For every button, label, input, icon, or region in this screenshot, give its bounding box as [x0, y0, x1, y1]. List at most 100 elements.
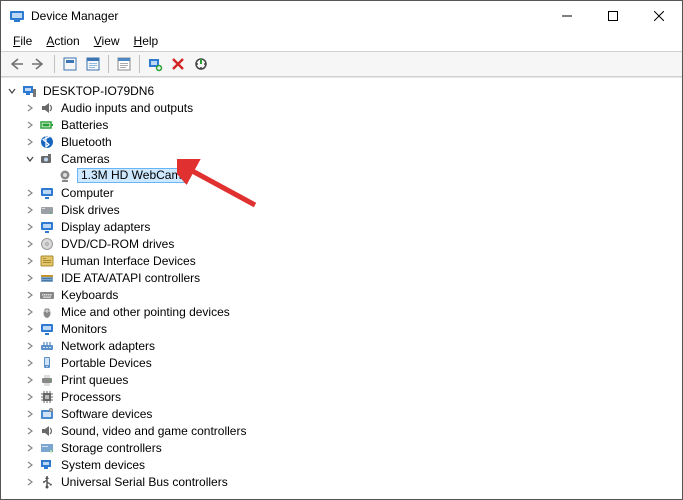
window-title: Device Manager: [31, 9, 544, 23]
tree-node-label: Human Interface Devices: [59, 254, 198, 268]
speaker-icon: [39, 100, 55, 116]
forward-button[interactable]: [28, 53, 50, 75]
tree-node-label: Network adapters: [59, 339, 157, 353]
tree-node[interactable]: DVD/CD-ROM drives: [1, 235, 682, 252]
menu-help[interactable]: Help: [128, 33, 165, 49]
tree-node[interactable]: IDE ATA/ATAPI controllers: [1, 269, 682, 286]
tree-node-label: Software devices: [59, 407, 154, 421]
battery-icon: [39, 117, 55, 133]
chevron-right-icon[interactable]: [23, 441, 37, 455]
chevron-right-icon[interactable]: [23, 135, 37, 149]
tree-node[interactable]: Software devices: [1, 405, 682, 422]
tree-node[interactable]: Storage controllers: [1, 439, 682, 456]
tree-node-label: Monitors: [59, 322, 109, 336]
tree-node-label: Sound, video and game controllers: [59, 424, 248, 438]
monitor-icon: [39, 321, 55, 337]
chevron-right-icon[interactable]: [23, 305, 37, 319]
tree-node[interactable]: Print queues: [1, 371, 682, 388]
device-tree[interactable]: DESKTOP-IO79DN6Audio inputs and outputsB…: [1, 77, 682, 499]
tree-leaf[interactable]: 1.3M HD WebCam: [1, 167, 682, 184]
network-icon: [39, 338, 55, 354]
pc-icon: [21, 83, 37, 99]
tree-node-label: Universal Serial Bus controllers: [59, 475, 230, 489]
update-driver-button[interactable]: [144, 53, 166, 75]
uninstall-button[interactable]: [167, 53, 189, 75]
menubar: File Action View Help: [1, 31, 682, 51]
help-button[interactable]: [82, 53, 104, 75]
menu-action[interactable]: Action: [40, 33, 85, 49]
tree-node[interactable]: Sound, video and game controllers: [1, 422, 682, 439]
app-icon: [9, 8, 25, 24]
tree-node-label: Disk drives: [59, 203, 122, 217]
tree-node[interactable]: Batteries: [1, 116, 682, 133]
chevron-right-icon[interactable]: [23, 339, 37, 353]
tree-root[interactable]: DESKTOP-IO79DN6: [1, 82, 682, 99]
minimize-button[interactable]: [544, 1, 590, 31]
camera-icon: [39, 151, 55, 167]
chevron-right-icon[interactable]: [23, 373, 37, 387]
mouse-icon: [39, 304, 55, 320]
chevron-right-icon[interactable]: [23, 424, 37, 438]
back-button[interactable]: [5, 53, 27, 75]
tree-node-label: System devices: [59, 458, 147, 472]
disk-icon: [39, 202, 55, 218]
menu-view[interactable]: View: [88, 33, 126, 49]
tree-node[interactable]: Display adapters: [1, 218, 682, 235]
tree-node-label: Cameras: [59, 152, 112, 166]
chevron-right-icon[interactable]: [23, 390, 37, 404]
chevron-right-icon[interactable]: [23, 254, 37, 268]
tree-root-label: DESKTOP-IO79DN6: [41, 84, 156, 98]
tree-node-label: Portable Devices: [59, 356, 154, 370]
tree-node[interactable]: Mice and other pointing devices: [1, 303, 682, 320]
chevron-right-icon[interactable]: [23, 220, 37, 234]
chevron-right-icon[interactable]: [23, 237, 37, 251]
tree-node[interactable]: Universal Serial Bus controllers: [1, 473, 682, 490]
portable-icon: [39, 355, 55, 371]
chevron-placeholder: [41, 169, 55, 183]
chevron-right-icon[interactable]: [23, 322, 37, 336]
tree-node-label: Display adapters: [59, 220, 152, 234]
storage-icon: [39, 440, 55, 456]
usb-icon: [39, 474, 55, 490]
tree-node[interactable]: Portable Devices: [1, 354, 682, 371]
properties-button[interactable]: [113, 53, 135, 75]
window-controls: [544, 1, 682, 31]
printer-icon: [39, 372, 55, 388]
tree-node[interactable]: Human Interface Devices: [1, 252, 682, 269]
maximize-button[interactable]: [590, 1, 636, 31]
close-button[interactable]: [636, 1, 682, 31]
chevron-right-icon[interactable]: [23, 407, 37, 421]
tree-node-label: Storage controllers: [59, 441, 164, 455]
tree-node[interactable]: Keyboards: [1, 286, 682, 303]
chevron-right-icon[interactable]: [23, 271, 37, 285]
chevron-right-icon[interactable]: [23, 356, 37, 370]
tree-node[interactable]: Computer: [1, 184, 682, 201]
show-hidden-button[interactable]: [59, 53, 81, 75]
tree-node[interactable]: Monitors: [1, 320, 682, 337]
cpu-icon: [39, 389, 55, 405]
chevron-right-icon[interactable]: [23, 475, 37, 489]
tree-node[interactable]: Audio inputs and outputs: [1, 99, 682, 116]
chevron-right-icon[interactable]: [23, 288, 37, 302]
menu-file[interactable]: File: [7, 33, 38, 49]
chevron-right-icon[interactable]: [23, 101, 37, 115]
tree-node[interactable]: Cameras: [1, 150, 682, 167]
chevron-right-icon[interactable]: [23, 186, 37, 200]
chevron-right-icon[interactable]: [23, 203, 37, 217]
tree-node[interactable]: System devices: [1, 456, 682, 473]
chevron-right-icon[interactable]: [23, 118, 37, 132]
chevron-down-icon[interactable]: [23, 152, 37, 166]
tree-node-label: Audio inputs and outputs: [59, 101, 195, 115]
tree-node[interactable]: Disk drives: [1, 201, 682, 218]
scan-button[interactable]: [190, 53, 212, 75]
speaker-icon: [39, 423, 55, 439]
keyboard-icon: [39, 287, 55, 303]
tree-node[interactable]: Processors: [1, 388, 682, 405]
system-icon: [39, 457, 55, 473]
chevron-down-icon[interactable]: [5, 84, 19, 98]
chevron-right-icon[interactable]: [23, 458, 37, 472]
tree-node[interactable]: Network adapters: [1, 337, 682, 354]
webcam-icon: [57, 168, 73, 184]
tree-node[interactable]: Bluetooth: [1, 133, 682, 150]
monitor-icon: [39, 185, 55, 201]
